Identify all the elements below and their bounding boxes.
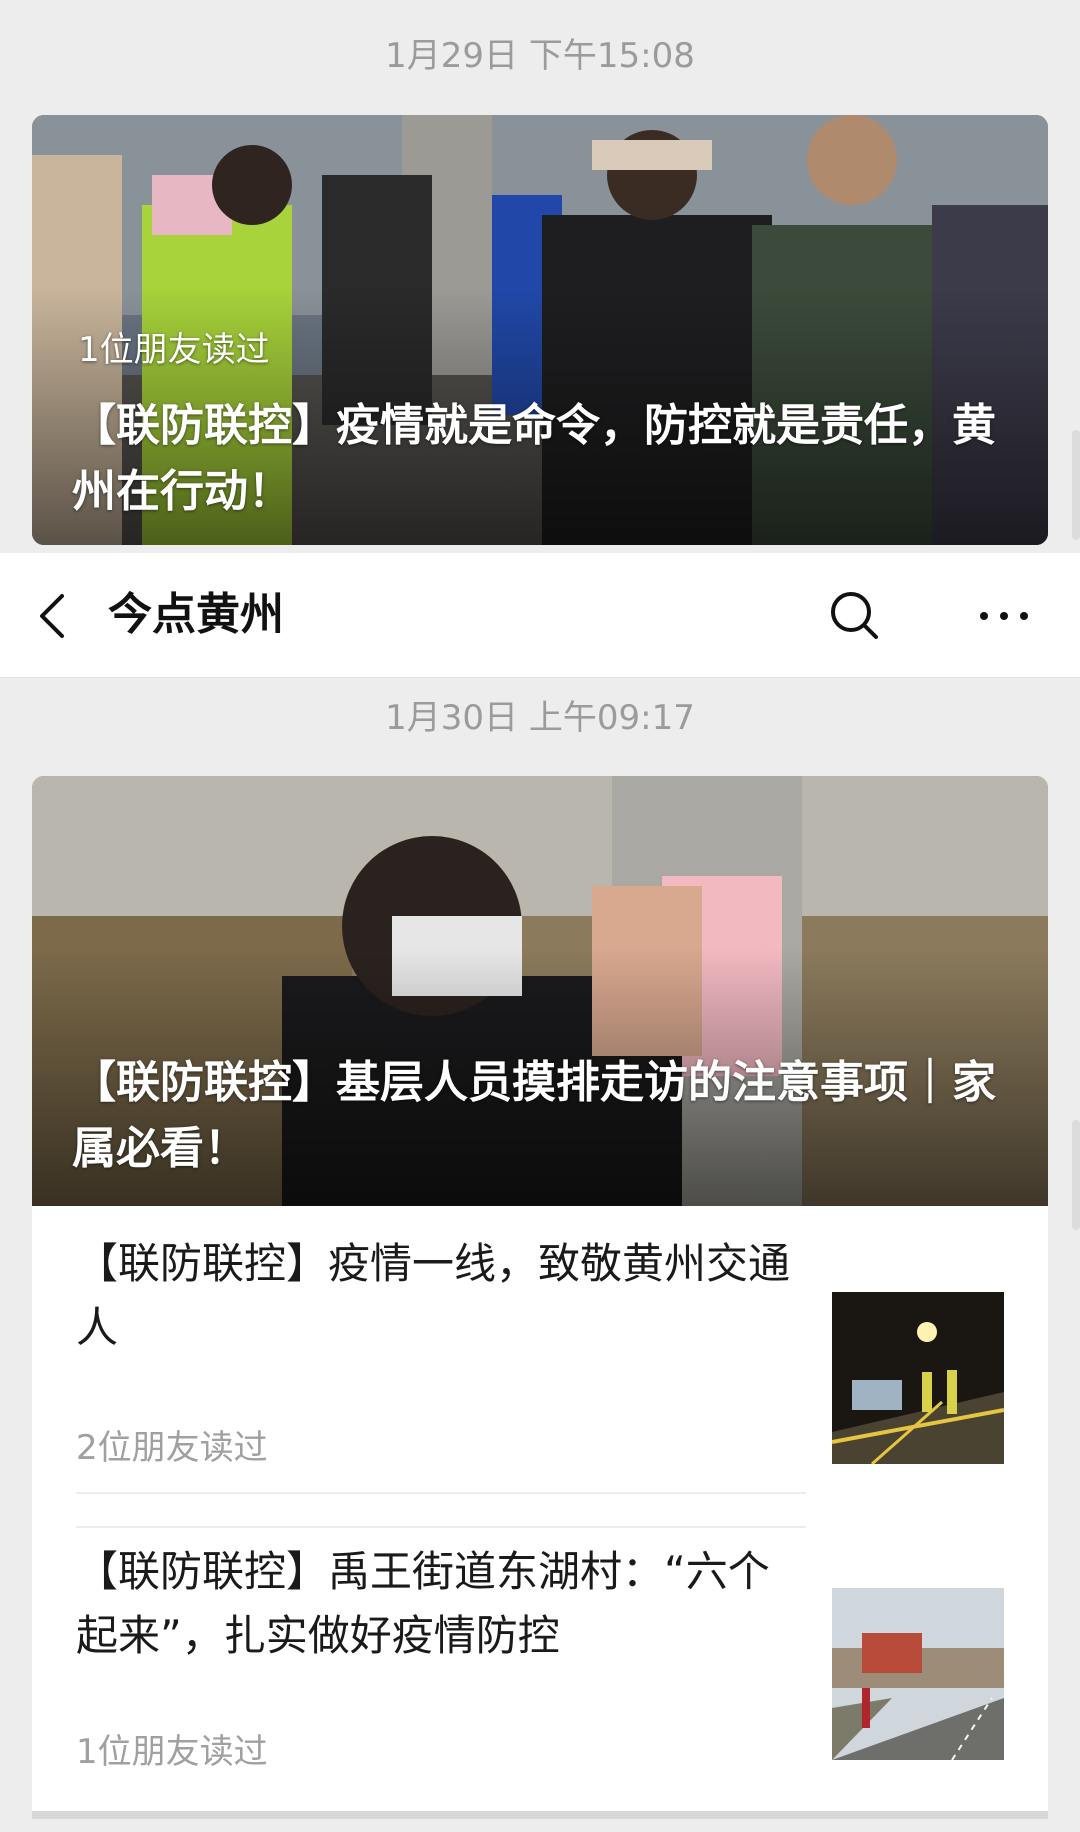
article-title: 【联防联控】疫情一线，致敬黄州交通人 — [76, 1239, 791, 1352]
article-title: 【联防联控】疫情就是命令，防控就是责任，黄州在行动！ — [72, 400, 996, 517]
message-timestamp: 1月29日 下午15:08 — [385, 36, 695, 76]
scroll-edge — [1072, 430, 1080, 540]
more-dots-icon[interactable] — [976, 601, 1032, 631]
article-title: 【联防联控】禹王街道东湖村：“六个起来”，扎实做好疫情防控 — [76, 1547, 770, 1660]
friends-read-label: 2位朋友读过 — [76, 1428, 268, 1468]
account-title: 今点黄州 — [108, 589, 284, 640]
article-thumbnail — [832, 1588, 1004, 1760]
list-item[interactable]: 【联防联控】禹王街道东湖村：“六个起来”，扎实做好疫情防控 1位朋友读过 — [32, 1526, 1048, 1832]
friends-read-label: 1位朋友读过 — [78, 330, 270, 370]
message-timestamp: 1月30日 上午09:17 — [385, 698, 695, 738]
article-card-2[interactable]: 【联防联控】基层人员摸排走访的注意事项｜家属必看！ — [32, 776, 1048, 1206]
navigation-bar: 今点黄州 — [0, 553, 1080, 677]
friends-read-label: 1位朋友读过 — [76, 1732, 268, 1772]
article-title: 【联防联控】基层人员摸排走访的注意事项｜家属必看！ — [72, 1057, 996, 1174]
list-item[interactable]: 【联防联控】疫情一线，致敬黄州交通人 2位朋友读过 — [32, 1206, 1048, 1506]
chevron-left-icon[interactable] — [34, 591, 74, 641]
article-card-1[interactable]: 1位朋友读过 【联防联控】疫情就是命令，防控就是责任，黄州在行动！ — [32, 115, 1048, 545]
search-icon[interactable] — [826, 587, 882, 643]
article-list: 【联防联控】疫情一线，致敬黄州交通人 2位朋友读过 【联防联控】禹王街道东湖村：… — [32, 1206, 1048, 1819]
article-thumbnail — [832, 1292, 1004, 1464]
scroll-edge — [1072, 1120, 1080, 1230]
